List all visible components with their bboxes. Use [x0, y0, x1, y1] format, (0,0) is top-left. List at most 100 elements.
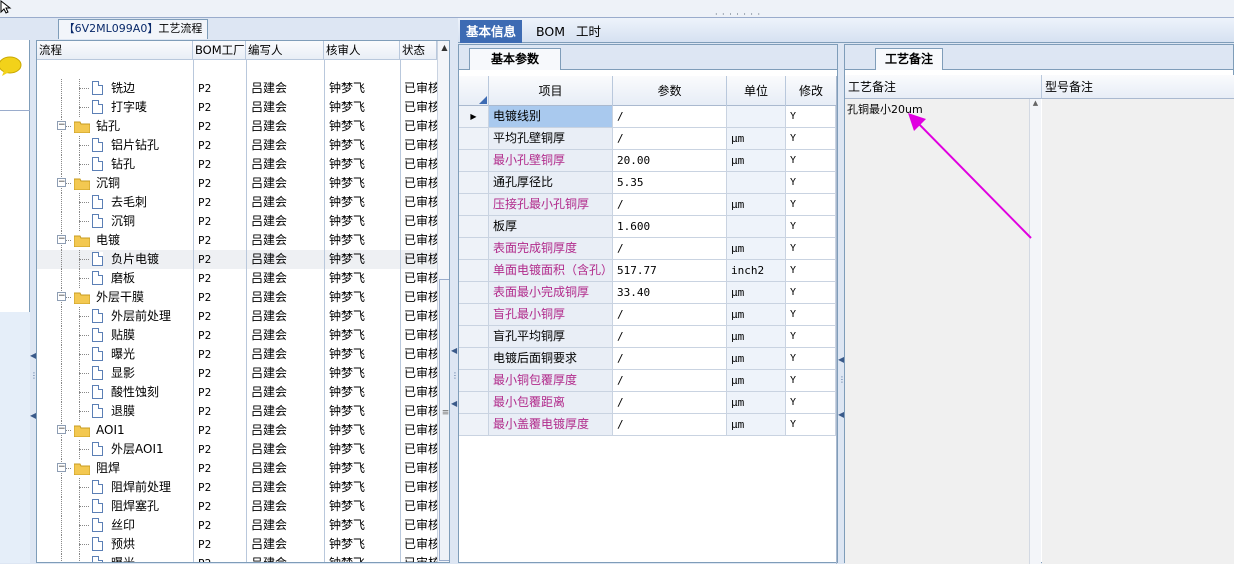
cell-modify[interactable]: Y [786, 194, 836, 215]
param-row[interactable]: ▶ 电镀线别 / Y [459, 106, 836, 128]
cell-modify[interactable]: Y [786, 392, 836, 413]
collapse-toggle-icon[interactable]: − [57, 121, 66, 130]
tree-row[interactable]: 酸性蚀刻 P2 吕建会 钟梦飞 已审核 [37, 383, 437, 402]
param-row[interactable]: 盲孔最小铜厚 / μm Y [459, 304, 836, 326]
col-header-modify[interactable]: 修改 [786, 76, 836, 106]
tree-row[interactable]: 阻焊塞孔 P2 吕建会 钟梦飞 已审核 [37, 497, 437, 516]
tab-basic-params[interactable]: 基本参数 [469, 48, 561, 70]
tree-row[interactable]: 曝光 P2 吕建会 钟梦飞 已审核 [37, 345, 437, 364]
col-header-param[interactable]: 参数 [613, 76, 727, 106]
expand-arrow-icon[interactable]: ◀ [451, 398, 457, 410]
collapse-toggle-icon[interactable]: − [57, 425, 66, 434]
scroll-thumb[interactable]: ≡ [439, 279, 449, 561]
cell-modify[interactable]: Y [786, 282, 836, 303]
row-indicator[interactable] [459, 150, 489, 171]
tree-row[interactable]: 阻焊前处理 P2 吕建会 钟梦飞 已审核 [37, 478, 437, 497]
tree-row[interactable]: 铝片钻孔 P2 吕建会 钟梦飞 已审核 [37, 136, 437, 155]
col-header-writer[interactable]: 编写人 [246, 41, 324, 60]
row-indicator[interactable] [459, 282, 489, 303]
collapse-toggle-icon[interactable]: − [57, 463, 66, 472]
cell-param-value[interactable]: 517.77 [613, 260, 727, 281]
param-row[interactable]: 板厚 1.600 Y [459, 216, 836, 238]
col-header-item[interactable]: 项目 [489, 76, 613, 106]
cell-param-value[interactable]: / [613, 106, 727, 127]
tab-work-hours[interactable]: 工时 [570, 20, 607, 43]
row-indicator[interactable] [459, 304, 489, 325]
splitter-dots-icon-2[interactable]: ⋮ [451, 370, 459, 382]
cell-modify[interactable]: Y [786, 150, 836, 171]
param-row[interactable]: 盲孔平均铜厚 / μm Y [459, 326, 836, 348]
collapse-toggle-icon[interactable]: − [57, 178, 66, 187]
tree-row[interactable]: 负片电镀 P2 吕建会 钟梦飞 已审核 [37, 250, 437, 269]
row-indicator[interactable] [459, 414, 489, 435]
tree-row[interactable]: 预烘 P2 吕建会 钟梦飞 已审核 [37, 535, 437, 554]
col-header-reviewer[interactable]: 核审人 [324, 41, 400, 60]
tree-row[interactable]: 磨板 P2 吕建会 钟梦飞 已审核 [37, 269, 437, 288]
param-row[interactable]: 最小铜包覆厚度 / μm Y [459, 370, 836, 392]
current-row-arrow-icon[interactable]: ▶ [459, 106, 489, 127]
tree-row[interactable]: − 外层干膜 P2 吕建会 钟梦飞 已审核 [37, 288, 437, 307]
param-row[interactable]: 单面电镀面积（含孔） 517.77 inch2 Y [459, 260, 836, 282]
collapse-arrow-icon[interactable]: ◀ [451, 345, 457, 357]
param-row[interactable]: 最小盖覆电镀厚度 / μm Y [459, 414, 836, 436]
cell-param-value[interactable]: 5.35 [613, 172, 727, 193]
cell-param-value[interactable]: / [613, 414, 727, 435]
cell-modify[interactable]: Y [786, 260, 836, 281]
row-indicator[interactable] [459, 260, 489, 281]
process-tree-grid[interactable]: 流程 BOM工厂 编写人 核审人 状态 铣边 P2 吕建会 钟梦飞 已审核 打字唛 P2 吕建… [36, 40, 450, 563]
tree-row[interactable]: 曝光 P2 吕建会 钟梦飞 已审核 [37, 554, 437, 562]
row-indicator[interactable] [459, 216, 489, 237]
tab-bom[interactable]: BOM [530, 20, 571, 43]
cell-modify[interactable]: Y [786, 216, 836, 237]
cell-param-value[interactable]: / [613, 326, 727, 347]
tree-row[interactable]: 退膜 P2 吕建会 钟梦飞 已审核 [37, 402, 437, 421]
tree-row[interactable]: 显影 P2 吕建会 钟梦飞 已审核 [37, 364, 437, 383]
collapse-toggle-icon[interactable]: − [57, 235, 66, 244]
cell-param-value[interactable]: / [613, 392, 727, 413]
param-row[interactable]: 最小包覆距离 / μm Y [459, 392, 836, 414]
tree-row[interactable]: − 阻焊 P2 吕建会 钟梦飞 已审核 [37, 459, 437, 478]
param-row[interactable]: 电镀后面铜要求 / μm Y [459, 348, 836, 370]
tree-row[interactable]: 打字唛 P2 吕建会 钟梦飞 已审核 [37, 98, 437, 117]
cell-modify[interactable]: Y [786, 414, 836, 435]
tree-row[interactable]: 钻孔 P2 吕建会 钟梦飞 已审核 [37, 155, 437, 174]
tree-row[interactable]: 丝印 P2 吕建会 钟梦飞 已审核 [37, 516, 437, 535]
col-header-unit[interactable]: 单位 [727, 76, 786, 106]
tree-row[interactable]: − 钻孔 P2 吕建会 钟梦飞 已审核 [37, 117, 437, 136]
cell-param-value[interactable]: 1.600 [613, 216, 727, 237]
tree-row[interactable]: 外层AOI1 P2 吕建会 钟梦飞 已审核 [37, 440, 437, 459]
cell-modify[interactable]: Y [786, 304, 836, 325]
process-flow-tab[interactable]: 【6V2ML099A0】工艺流程 [58, 19, 208, 39]
col-header-flow[interactable]: 流程 [37, 41, 193, 60]
cell-modify[interactable]: Y [786, 128, 836, 149]
cell-modify[interactable]: Y [786, 348, 836, 369]
param-row[interactable]: 通孔厚径比 5.35 Y [459, 172, 836, 194]
col-header-status[interactable]: 状态 [400, 41, 437, 60]
tab-process-remarks[interactable]: 工艺备注 [875, 48, 943, 70]
row-indicator[interactable] [459, 172, 489, 193]
cell-modify[interactable]: Y [786, 106, 836, 127]
tree-row[interactable]: − 沉铜 P2 吕建会 钟梦飞 已审核 [37, 174, 437, 193]
model-remark-textarea[interactable] [1042, 99, 1234, 564]
param-row[interactable]: 平均孔壁铜厚 / μm Y [459, 128, 836, 150]
tree-row[interactable]: 外层前处理 P2 吕建会 钟梦飞 已审核 [37, 307, 437, 326]
param-row[interactable]: 最小孔壁铜厚 20.00 μm Y [459, 150, 836, 172]
row-indicator[interactable] [459, 370, 489, 391]
param-row[interactable]: 压接孔最小孔铜厚 / μm Y [459, 194, 836, 216]
cell-param-value[interactable]: / [613, 194, 727, 215]
row-indicator[interactable] [459, 194, 489, 215]
row-indicator[interactable] [459, 128, 489, 149]
cell-modify[interactable]: Y [786, 370, 836, 391]
cell-param-value[interactable]: / [613, 128, 727, 149]
row-indicator[interactable] [459, 238, 489, 259]
row-indicator[interactable] [459, 392, 489, 413]
param-row[interactable]: 表面最小完成铜厚 33.40 μm Y [459, 282, 836, 304]
tree-row[interactable]: 贴膜 P2 吕建会 钟梦飞 已审核 [37, 326, 437, 345]
cell-param-value[interactable]: 20.00 [613, 150, 727, 171]
tab-basic-info[interactable]: 基本信息 [460, 20, 523, 43]
row-indicator[interactable] [459, 326, 489, 347]
tree-row[interactable]: − AOI1 P2 吕建会 钟梦飞 已审核 [37, 421, 437, 440]
speech-bubble-icon[interactable] [0, 56, 22, 76]
tree-vertical-scrollbar[interactable]: ▲ ≡ [437, 41, 449, 562]
cell-modify[interactable]: Y [786, 238, 836, 259]
